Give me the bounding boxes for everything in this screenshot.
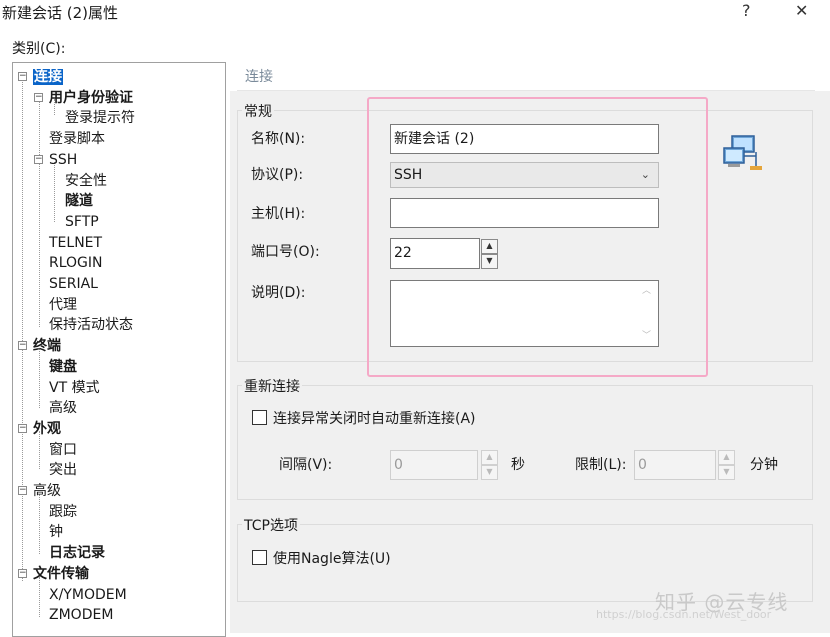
tree-item-label: TELNET (49, 234, 103, 251)
general-group-label: 常规 (242, 101, 274, 121)
limit-label: 限制(L): (575, 457, 627, 473)
tree-item[interactable]: 窗口 (49, 440, 77, 460)
collapse-icon[interactable]: − (34, 92, 43, 102)
tree-item[interactable]: SSH (49, 150, 77, 170)
protocol-label: 协议(P): (251, 167, 304, 183)
limit-unit: 分钟 (750, 457, 778, 473)
tree-item[interactable]: 隧道 (65, 191, 93, 211)
tree-item[interactable]: 突出 (49, 460, 77, 480)
spin-down-icon[interactable]: ▼ (481, 465, 498, 480)
tree-item[interactable]: ZMODEM (49, 605, 113, 625)
tree-item-label: RLOGIN (49, 255, 103, 272)
tree-item[interactable]: TELNET (49, 233, 102, 253)
tree-item[interactable]: 安全性 (65, 171, 107, 191)
help-button[interactable]: ? (742, 1, 751, 20)
collapse-icon[interactable]: − (34, 154, 43, 164)
tree-item-label: 保持活动状态 (49, 317, 133, 334)
category-label: 类别(C): (12, 41, 66, 57)
tree-item[interactable]: 终端 (33, 336, 61, 356)
window-title: 新建会话 (2)属性 (2, 4, 119, 22)
tree-item-label: VT 模式 (49, 379, 100, 396)
tree-item[interactable]: 登录脚本 (49, 129, 105, 149)
port-label: 端口号(O): (251, 244, 320, 260)
tree-item-label: 日志记录 (49, 545, 105, 562)
auto-reconnect-label: 连接异常关闭时自动重新连接(A) (273, 411, 476, 427)
limit-field[interactable]: 0 (634, 450, 716, 480)
interval-label: 间隔(V): (279, 457, 333, 473)
tree-item-label: 钟 (49, 524, 63, 541)
auto-reconnect-checkbox[interactable] (252, 410, 267, 425)
tree-item[interactable]: 保持活动状态 (49, 315, 133, 335)
tcp-group-label: TCP选项 (242, 515, 300, 535)
tree-guide-line (39, 348, 40, 408)
tree-item-label: 高级 (49, 400, 77, 417)
tree-item-label: SSH (49, 151, 78, 168)
interval-field[interactable]: 0 (390, 450, 478, 480)
tree-item-label: 键盘 (49, 358, 77, 375)
tree-item-label: 登录脚本 (49, 131, 105, 148)
tree-item[interactable]: 高级 (49, 398, 77, 418)
description-label: 说明(D): (251, 285, 306, 301)
network-icon (722, 134, 764, 172)
tree-item[interactable]: 键盘 (49, 357, 77, 377)
tree-item-label: 连接 (33, 69, 63, 85)
close-button[interactable]: ✕ (795, 1, 808, 20)
spin-down-icon[interactable]: ▼ (718, 465, 735, 480)
reconnect-group (237, 385, 813, 500)
interval-unit: 秒 (511, 457, 525, 473)
collapse-icon[interactable]: − (18, 72, 27, 81)
category-tree[interactable]: 连接 − 用户身份验证 − 登录提示符 登录脚本 SSH − 安全性 隧道 SFTP TELNET RL… (12, 62, 226, 637)
tree-item-label: 文件传输 (33, 565, 89, 582)
tree-guide-line (39, 494, 40, 554)
name-label: 名称(N): (251, 131, 306, 147)
tree-guide-line (54, 162, 55, 222)
tree-item[interactable]: 连接 (33, 67, 63, 87)
tree-item[interactable]: 高级 (33, 481, 61, 501)
tree-item-label: SERIAL (49, 276, 98, 292)
tree-item-label: 隧道 (65, 193, 93, 210)
tree-item-label: 外观 (33, 420, 61, 437)
collapse-icon[interactable]: − (18, 341, 27, 351)
tree-item-label: 窗口 (49, 441, 77, 458)
host-label: 主机(H): (251, 206, 306, 222)
tree-item[interactable]: 代理 (49, 295, 77, 315)
tree-item-label: 跟踪 (49, 503, 77, 520)
tree-item-label: 突出 (49, 462, 77, 479)
nagle-checkbox[interactable] (252, 550, 267, 565)
collapse-icon[interactable]: − (18, 568, 27, 578)
highlight-box (367, 97, 708, 377)
tree-item[interactable]: SFTP (65, 212, 99, 232)
tree-item[interactable]: 日志记录 (49, 543, 105, 563)
tree-item[interactable]: SERIAL (49, 274, 98, 294)
spin-up-icon[interactable]: ▲ (481, 450, 498, 465)
tree-item-label: 用户身份验证 (49, 89, 133, 106)
spin-up-icon[interactable]: ▲ (718, 450, 735, 465)
tree-item[interactable]: X/YMODEM (49, 585, 127, 605)
tree-item-label: 代理 (49, 296, 77, 313)
tree-item[interactable]: VT 模式 (49, 378, 100, 398)
nagle-label: 使用Nagle算法(U) (273, 551, 391, 567)
tree-item-label: X/YMODEM (49, 586, 127, 603)
collapse-icon[interactable]: − (18, 486, 27, 495)
tree-item[interactable]: 跟踪 (49, 502, 77, 522)
tree-guide-line (22, 77, 23, 581)
tree-item[interactable]: 登录提示符 (65, 108, 135, 128)
watermark-url: https://blog.csdn.net/West_door (596, 608, 772, 621)
tree-item[interactable]: 外观 (33, 419, 61, 439)
panel-title: 连接 (237, 63, 815, 91)
tree-item[interactable]: 钟 (49, 522, 63, 542)
tree-item-label: ZMODEM (49, 607, 114, 624)
tree-item-label: 登录提示符 (65, 110, 135, 127)
tree-item[interactable]: RLOGIN (49, 253, 103, 273)
tree-item-label: 安全性 (65, 172, 107, 189)
tree-item-label: 高级 (33, 483, 61, 499)
reconnect-group-label: 重新连接 (242, 376, 302, 396)
tree-guide-line (39, 99, 40, 327)
tree-item[interactable]: 用户身份验证 (49, 88, 133, 108)
tree-item-label: SFTP (65, 213, 99, 230)
collapse-icon[interactable]: − (18, 423, 27, 433)
tree-item[interactable]: 文件传输 (33, 564, 89, 584)
tree-item-label: 终端 (33, 338, 61, 355)
